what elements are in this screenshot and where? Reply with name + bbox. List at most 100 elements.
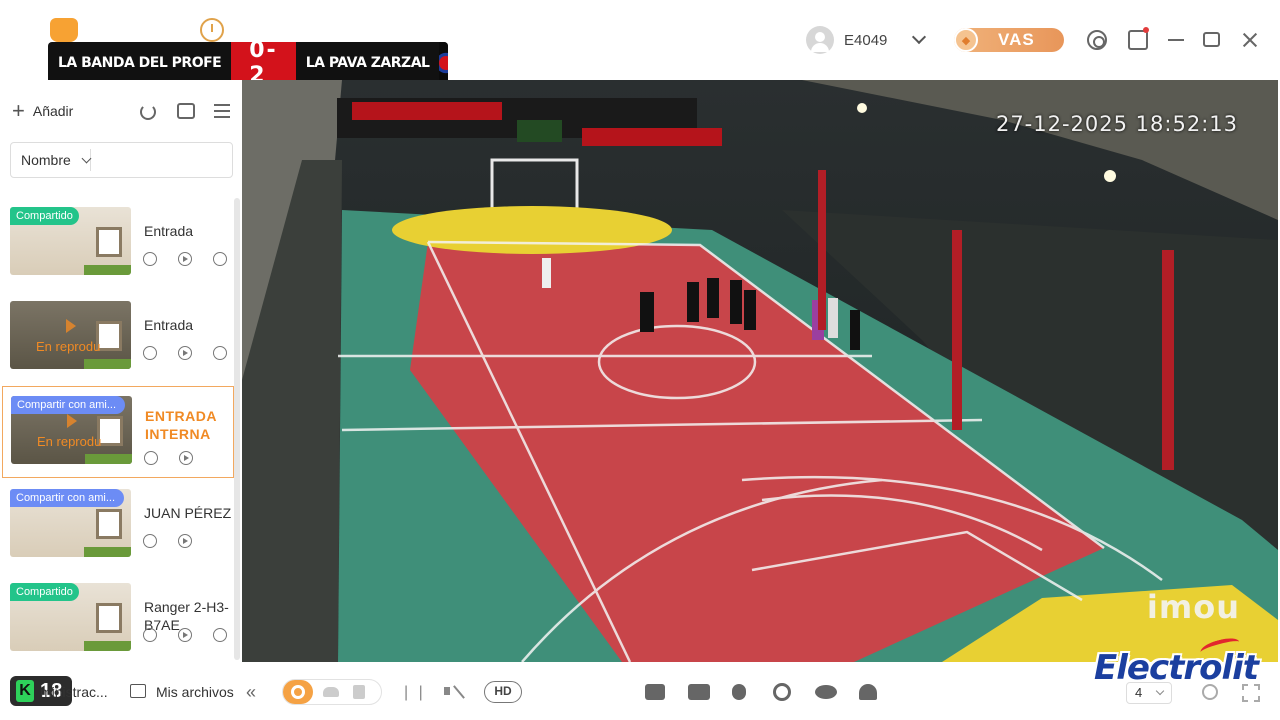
imou-watermark: imou [1146,588,1240,626]
play-icon[interactable] [178,534,192,548]
play-icon[interactable] [178,346,192,360]
bottom-control-bar: K 18 ministrac... Mis archivos « | | HD … [0,662,1280,720]
device-actions [144,451,214,465]
vas-button[interactable]: ◆ VAS [954,28,1064,52]
thumbnail-plant [84,265,131,275]
settings-icon[interactable] [213,252,227,266]
thumbnail-frame [96,509,122,539]
sort-icon[interactable] [177,103,195,119]
diamond-icon: ◆ [954,28,978,52]
video-timestamp: 27-12-2025 18:52:13 [995,112,1238,136]
thumbnail-frame [96,603,122,633]
add-label: Añadir [32,103,74,119]
sd-card-mode-icon[interactable] [353,685,365,699]
alarm-bell-icon[interactable] [859,684,877,700]
settings-icon[interactable] [213,346,227,360]
refresh-icon[interactable] [140,104,156,120]
device-card[interactable]: En reprodu Compartir con ami... ENTRADA IN… [2,386,234,478]
history-icon[interactable] [143,628,157,642]
sponsor-logo: Electrolit [1094,648,1259,688]
history-icon[interactable] [144,451,158,465]
chevron-down-icon[interactable] [911,29,927,45]
snapshot-icon[interactable] [645,684,665,700]
device-actions [143,534,213,548]
clock-icon[interactable] [200,18,224,42]
thumbnail-frame [96,227,122,257]
list-view-icon[interactable] [214,104,230,118]
search-box: Nombre [10,142,279,178]
play-icon[interactable] [178,252,192,266]
plus-icon: + [12,98,25,123]
device-actions [143,346,236,360]
record-icon[interactable] [688,684,710,700]
settings-icon[interactable] [1087,30,1107,50]
chevron-down-icon [81,153,92,163]
share-badge: Compartir con ami... [11,396,125,414]
mute-icon[interactable] [444,682,466,700]
device-list-scrollbar[interactable] [234,198,240,660]
sort-field-select[interactable]: Nombre [11,149,92,171]
share-badge: Compartido [10,583,79,601]
close-icon[interactable] [1240,30,1260,50]
microphone-icon[interactable] [732,684,746,700]
top-bar: LA BANDA DEL PROFE 0-2 LA PAVA ZARZAL E4… [0,0,1280,84]
sidebar-toolbar: + Añadir [0,98,242,126]
device-card[interactable]: Compartido Ranger 2-H3-B7AE [2,574,234,662]
add-device-button[interactable]: + Añadir [12,100,73,122]
history-icon[interactable] [143,534,157,548]
my-files-tab[interactable]: Mis archivos [156,684,234,700]
ptz-icon[interactable] [773,683,791,701]
sort-field-value: Nombre [21,152,71,168]
device-card[interactable]: Compartido Entrada [2,198,234,290]
play-icon[interactable] [178,628,192,642]
device-name: Entrada [144,223,194,239]
cloud-mode-icon[interactable] [323,687,339,697]
device-name: JUAN PÉREZ [144,505,232,521]
maximize-icon[interactable] [1203,32,1220,47]
device-card[interactable]: En reprodu Entrada [2,292,234,384]
admin-tab[interactable]: ministrac... [40,684,108,700]
chevron-down-icon [1155,686,1165,696]
home-team-name: LA BANDA DEL PROFE [58,55,222,71]
notification-dot [1143,27,1149,33]
history-icon[interactable] [143,252,157,266]
court-camera-feed [242,80,1278,662]
hd-quality-button[interactable]: HD [484,681,522,703]
user-account[interactable]: E4049 [806,26,887,54]
device-name: ENTRADA INTERNA [145,408,217,442]
scoreboard-overlay: LA BANDA DEL PROFE 0-2 LA PAVA ZARZAL [48,42,448,84]
device-card[interactable]: Compartir con ami... JUAN PÉREZ [2,480,234,572]
away-team-logo-icon [439,42,448,84]
thumbnail-plant [84,641,131,651]
play-icon [67,414,77,428]
user-name: E4049 [844,31,888,49]
pause-icon[interactable]: | | [404,684,426,702]
history-icon[interactable] [143,346,157,360]
kick-icon: K [16,680,34,702]
thumbnail-plant [84,547,131,557]
device-thumbnail[interactable]: En reprodu [10,301,131,369]
play-icon[interactable] [179,451,193,465]
away-team-name: LA PAVA ZARZAL [305,55,430,71]
match-score: 0-2 [231,42,296,84]
live-mode-button[interactable] [283,680,313,704]
vas-label: VAS [998,30,1035,49]
device-list: Compartido Entrada En reprodu Entrada En rep… [0,198,236,662]
privacy-eye-icon[interactable] [815,685,837,699]
device-sidebar: + Añadir Nombre Compartido Entrada En repr… [0,80,279,662]
message-icon[interactable] [1128,30,1148,50]
minimize-icon[interactable] [1166,30,1186,50]
thumbnail-plant [84,359,131,369]
device-actions [143,252,236,266]
device-name: Entrada [144,317,194,333]
live-video-view[interactable]: 27-12-2025 18:52:13 imou [242,80,1278,662]
settings-icon[interactable] [213,628,227,642]
thumbnail-plant [85,454,132,464]
imou-app-window: LA BANDA DEL PROFE 0-2 LA PAVA ZARZAL E4… [0,0,1280,720]
share-badge: Compartido [10,207,79,225]
device-actions [143,628,236,642]
playing-status: En reprodu [37,434,102,449]
collapse-sidebar-icon[interactable]: « [246,682,256,703]
share-badge: Compartir con ami... [10,489,124,507]
avatar [806,26,834,54]
